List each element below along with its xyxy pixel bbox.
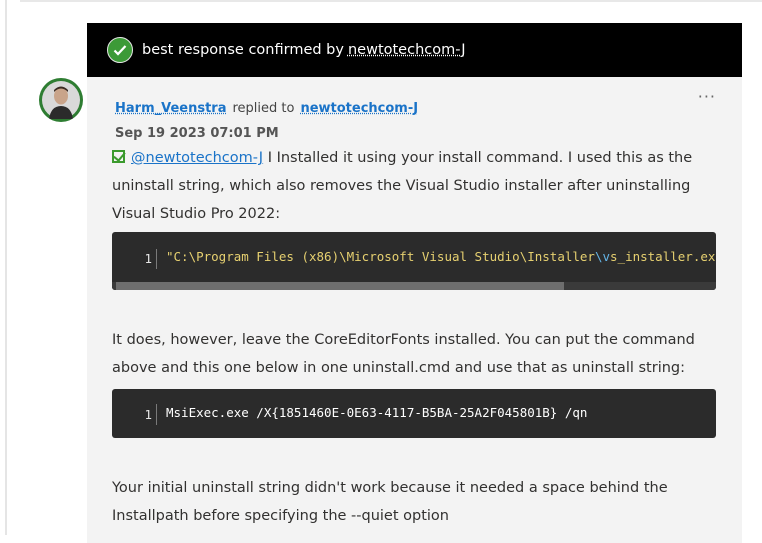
code-block-2[interactable]: 1 MsiExec.exe /X{1851460E-0E63-4117-B5BA… <box>112 389 716 438</box>
replied-label: replied to <box>232 101 295 116</box>
best-response-banner: best response confirmed by newtotechcom-J <box>87 23 742 77</box>
left-divider <box>5 0 7 535</box>
banner-user-link[interactable]: newtotechcom-J <box>348 42 466 58</box>
line-number: 1 <box>144 407 152 422</box>
horizontal-scrollbar[interactable] <box>112 282 716 290</box>
checkbox-icon <box>112 150 125 163</box>
line-number: 1 <box>144 251 152 266</box>
author-avatar[interactable] <box>39 78 83 122</box>
mention-link[interactable]: @newtotechcom-J <box>131 150 263 166</box>
author-link[interactable]: Harm_Veenstra <box>115 101 226 116</box>
code-block-1[interactable]: 1 "C:\Program Files (x86)\Microsoft Visu… <box>112 232 716 290</box>
reply-paragraph-2: It does, however, leave the CoreEditorFo… <box>112 332 695 376</box>
recipient-link[interactable]: newtotechcom-J <box>300 101 418 116</box>
reply-paragraph-1: @newtotechcom-J I Installed it using you… <box>112 144 722 228</box>
code-segment: "C:\Program Files (x86)\Microsoft Visual… <box>166 249 595 264</box>
code-line: MsiExec.exe /X{1851460E-0E63-4117-B5BA-2… <box>166 405 588 420</box>
top-divider <box>20 0 762 2</box>
code-escape: \v <box>594 249 611 264</box>
post-meta: Harm_Veenstra replied to newtotechcom-J <box>115 101 418 116</box>
line-separator <box>156 404 157 425</box>
check-circle-icon <box>107 37 133 63</box>
code-segment: s_installer.exe" uninstall <box>610 249 716 264</box>
line-separator <box>156 249 157 269</box>
banner-text: best response confirmed by newtotechcom-J <box>142 42 466 58</box>
reply-paragraph-3: Your initial uninstall string didn't wor… <box>112 480 668 524</box>
more-options-icon[interactable]: ··· <box>698 87 716 106</box>
reply-card: best response confirmed by newtotechcom-J… <box>87 23 742 543</box>
scrollbar-thumb[interactable] <box>116 282 564 290</box>
post-date: Sep 19 2023 07:01 PM <box>115 126 279 141</box>
banner-label: best response confirmed by <box>142 42 344 58</box>
code-line: "C:\Program Files (x86)\Microsoft Visual… <box>166 249 716 264</box>
